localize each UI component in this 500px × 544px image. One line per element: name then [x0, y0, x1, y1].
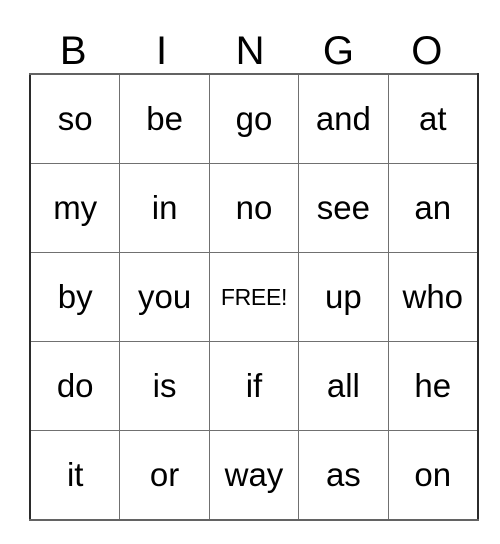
bingo-header-letter-n: N [235, 29, 265, 73]
bingo-cell-g5[interactable]: as [298, 430, 389, 521]
bingo-header-letter-b: B [59, 29, 87, 73]
bingo-cell-o2[interactable]: an [387, 163, 479, 253]
bingo-cell-b1[interactable]: so [29, 73, 121, 164]
bingo-cell-g4[interactable]: all [298, 341, 389, 431]
bingo-cell-g3[interactable]: up [298, 252, 389, 342]
table-row: my in no see an [29, 163, 479, 253]
bingo-cell-i2[interactable]: in [119, 163, 210, 253]
bingo-cell-i1[interactable]: be [119, 73, 210, 164]
bingo-cell-n2[interactable]: no [208, 163, 300, 253]
bingo-cell-i4[interactable]: is [119, 341, 210, 431]
bingo-cell-g2[interactable]: see [298, 163, 389, 253]
bingo-cell-b2[interactable]: my [29, 163, 121, 253]
table-row: by you FREE! up who [29, 252, 479, 342]
bingo-grid: so be go and at my in no see an by you F… [29, 73, 479, 521]
bingo-cell-o3[interactable]: who [387, 252, 479, 342]
table-row: it or way as on [29, 430, 479, 521]
table-row: so be go and at [29, 73, 479, 164]
bingo-cell-free-space[interactable]: FREE! [208, 252, 300, 342]
bingo-cell-b4[interactable]: do [29, 341, 121, 431]
bingo-cell-b3[interactable]: by [29, 252, 121, 342]
bingo-cell-b5[interactable]: it [29, 430, 121, 521]
bingo-cell-n1[interactable]: go [208, 73, 300, 164]
bingo-cell-n4[interactable]: if [208, 341, 300, 431]
bingo-header-letter-g: G [322, 29, 354, 73]
bingo-header-letter-i: I [156, 29, 168, 73]
bingo-cell-o1[interactable]: at [387, 73, 479, 164]
bingo-cell-o5[interactable]: on [387, 430, 479, 521]
bingo-header-letter-o: O [411, 29, 443, 73]
bingo-cell-o4[interactable]: he [387, 341, 479, 431]
bingo-card: B I N G O so be go and at my in no see a… [29, 20, 479, 521]
bingo-cell-i3[interactable]: you [119, 252, 210, 342]
bingo-header-row: B I N G O [29, 20, 471, 73]
table-row: do is if all he [29, 341, 479, 431]
bingo-cell-g1[interactable]: and [298, 73, 389, 164]
bingo-cell-n5[interactable]: way [208, 430, 300, 521]
bingo-cell-i5[interactable]: or [119, 430, 210, 521]
